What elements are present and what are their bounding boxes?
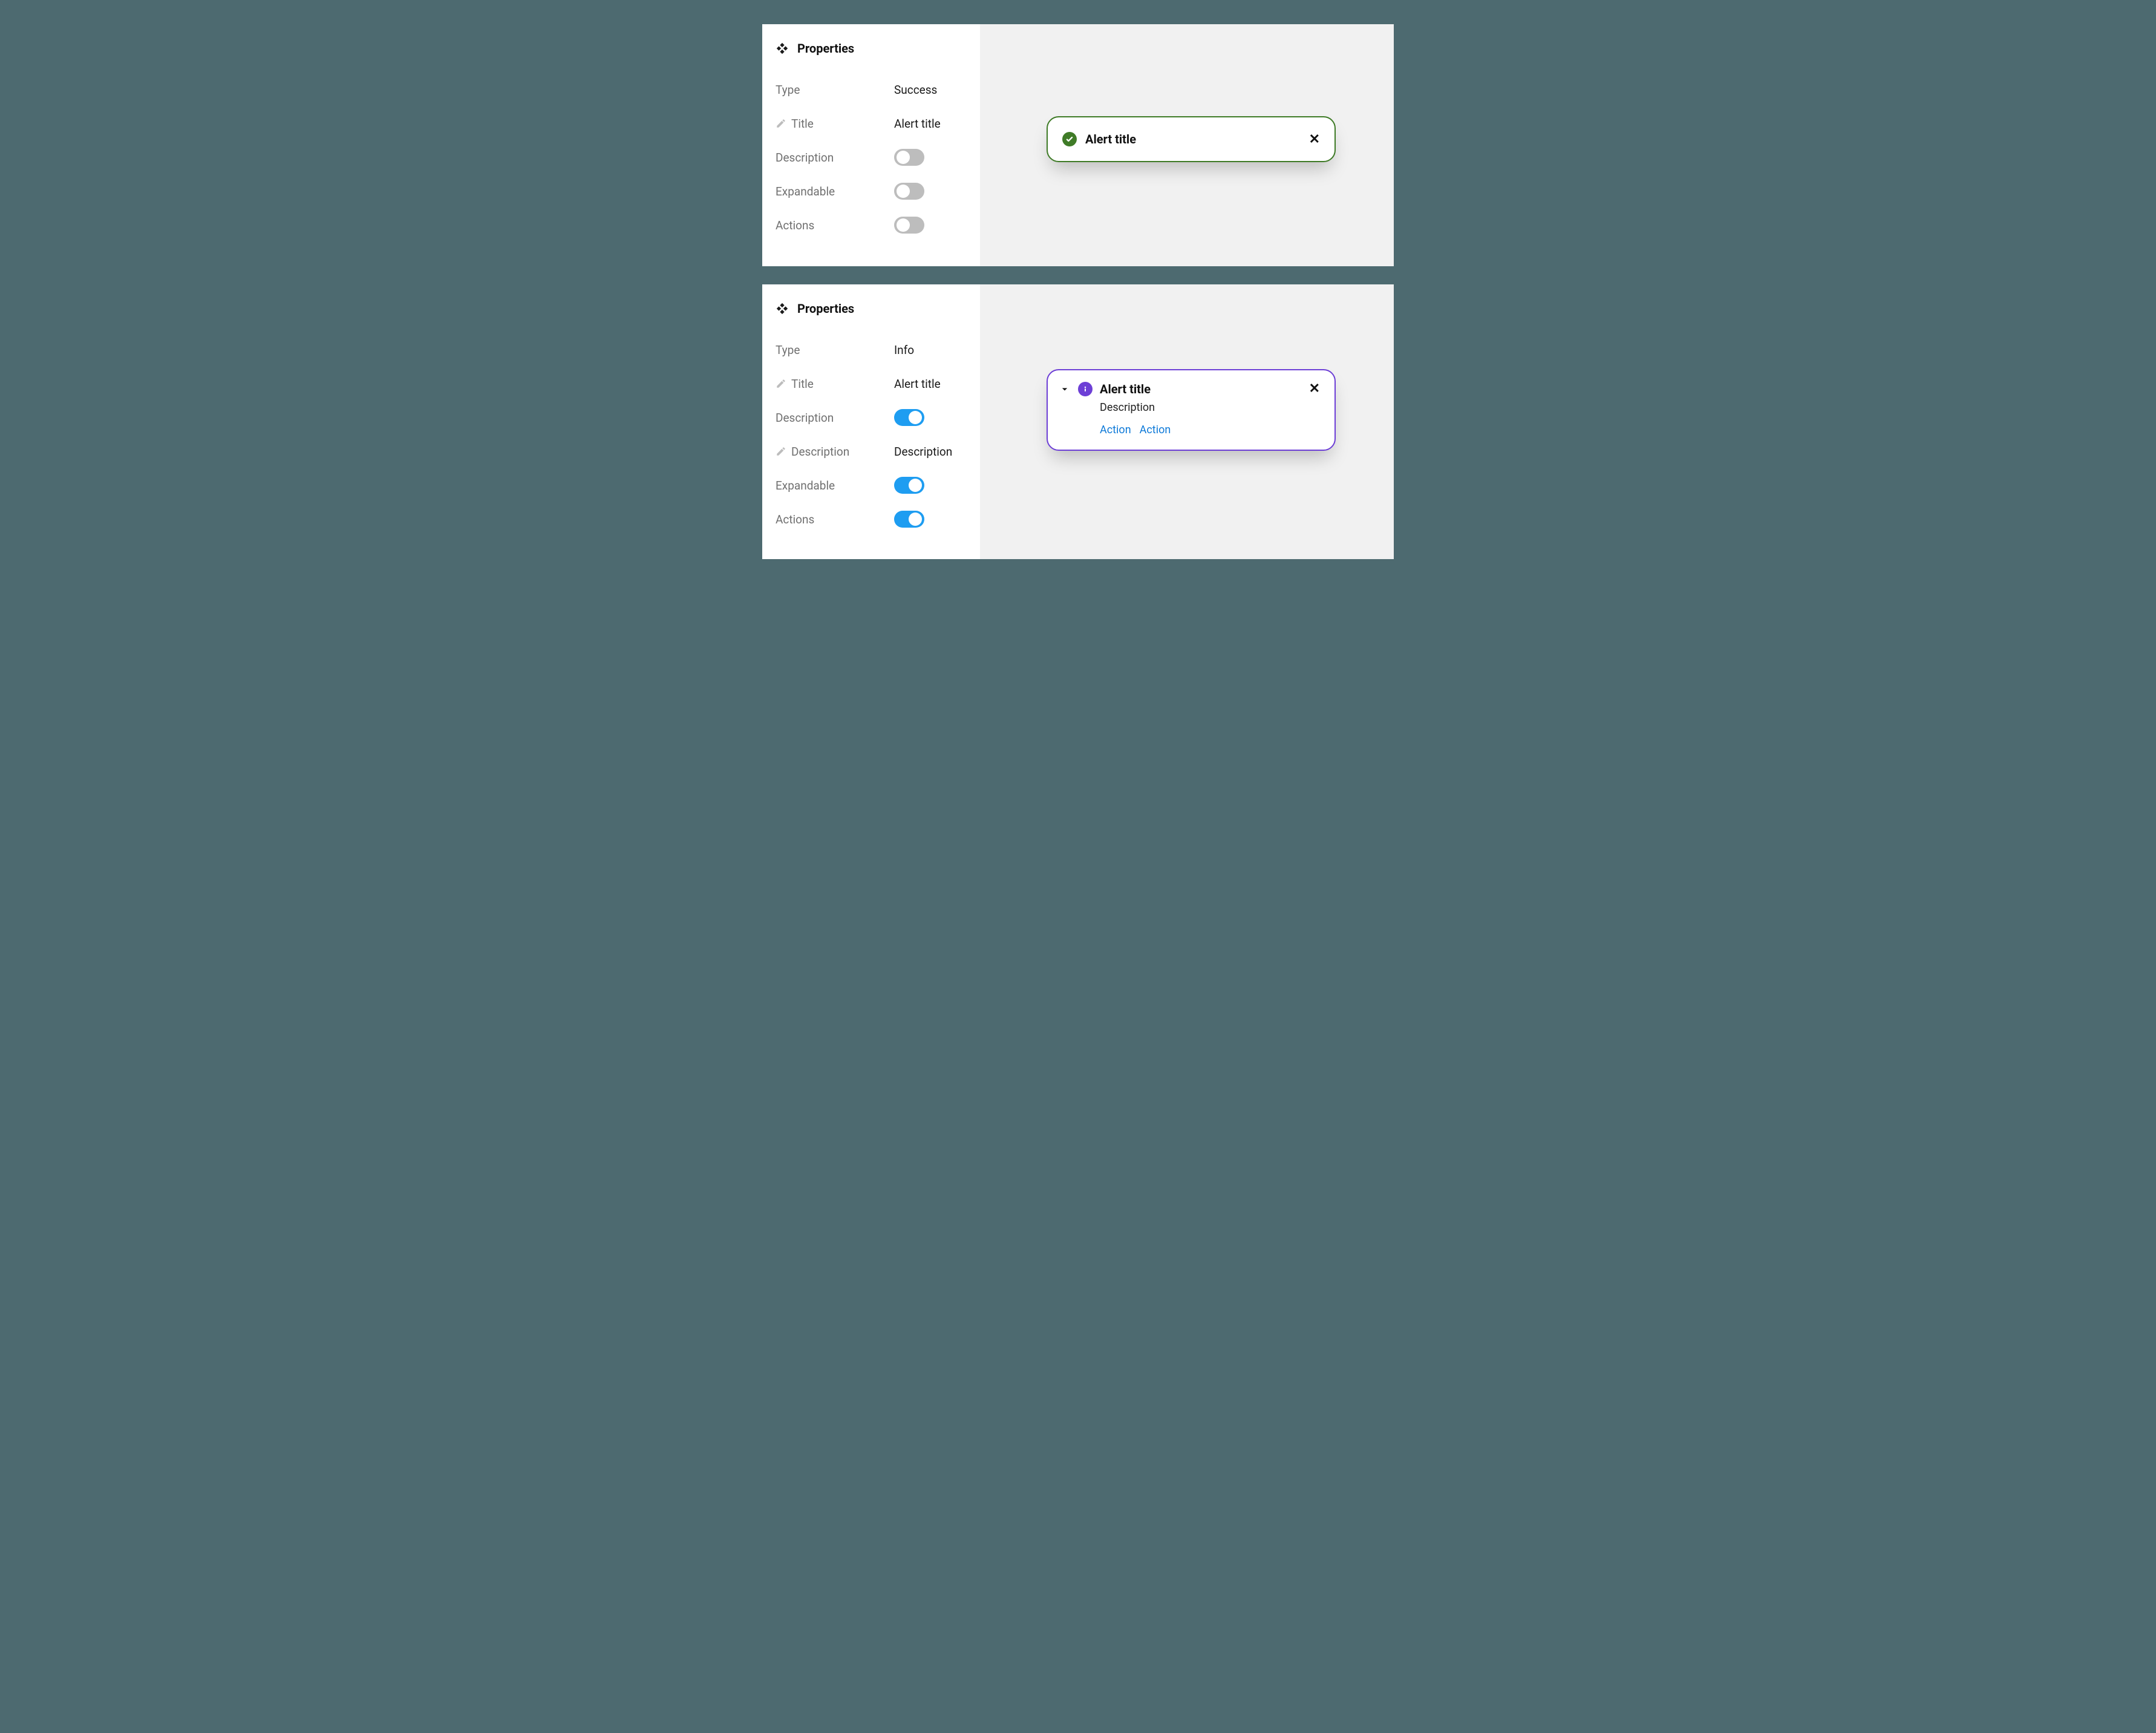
- alert-success: Alert title ✕: [1047, 116, 1336, 162]
- row-type: Type Success: [776, 73, 980, 106]
- toggle-actions[interactable]: [894, 217, 924, 234]
- properties-title: Properties: [797, 301, 854, 316]
- properties-sidebar: Properties Type Info Title Alert title D…: [762, 284, 980, 559]
- label-description-toggle: Description: [776, 411, 894, 425]
- value-type[interactable]: Success: [894, 83, 937, 97]
- alert-close-button[interactable]: ✕: [1309, 132, 1320, 147]
- value-title[interactable]: Alert title: [894, 377, 941, 391]
- properties-header: Properties: [776, 41, 980, 56]
- info-circle-icon: [1078, 382, 1093, 396]
- properties-icon: [776, 42, 789, 55]
- alert-info: Alert title ✕ Description Action Action: [1047, 369, 1336, 451]
- label-actions: Actions: [776, 218, 894, 232]
- alert-description: Description: [1059, 401, 1320, 414]
- label-type: Type: [776, 343, 894, 357]
- toggle-description[interactable]: [894, 409, 924, 426]
- properties-title: Properties: [797, 41, 854, 56]
- properties-header: Properties: [776, 301, 980, 316]
- panel-info: Properties Type Info Title Alert title D…: [762, 284, 1394, 559]
- label-description: Description: [776, 151, 894, 165]
- row-description-field: Description Description: [776, 434, 980, 468]
- properties-icon: [776, 302, 789, 315]
- row-actions: Actions: [776, 208, 980, 242]
- row-expandable: Expandable: [776, 174, 980, 208]
- alert-action-link[interactable]: Action: [1140, 424, 1171, 436]
- label-type: Type: [776, 83, 894, 97]
- label-title: Title: [791, 377, 814, 391]
- row-description-toggle: Description: [776, 401, 980, 434]
- label-expandable: Expandable: [776, 479, 894, 493]
- row-actions: Actions: [776, 502, 980, 536]
- toggle-actions[interactable]: [894, 511, 924, 528]
- row-type: Type Info: [776, 333, 980, 367]
- label-actions: Actions: [776, 513, 894, 526]
- alert-title: Alert title: [1100, 382, 1151, 396]
- panel-success: Properties Type Success Title Alert titl…: [762, 24, 1394, 266]
- alert-close-button[interactable]: ✕: [1309, 381, 1320, 396]
- row-description: Description: [776, 140, 980, 174]
- pencil-icon: [776, 378, 786, 389]
- chevron-down-icon[interactable]: [1059, 383, 1071, 395]
- value-description-field[interactable]: Description: [894, 445, 952, 459]
- alert-action-link[interactable]: Action: [1100, 424, 1131, 436]
- row-title: Title Alert title: [776, 106, 980, 140]
- alert-title: Alert title: [1085, 132, 1136, 146]
- toggle-expandable[interactable]: [894, 477, 924, 494]
- pencil-icon: [776, 118, 786, 129]
- label-description-field: Description: [791, 445, 849, 459]
- preview-canvas: Alert title ✕ Description Action Action: [980, 284, 1394, 559]
- value-type[interactable]: Info: [894, 343, 914, 357]
- preview-canvas: Alert title ✕: [980, 24, 1394, 266]
- check-circle-icon: [1062, 132, 1077, 146]
- value-title[interactable]: Alert title: [894, 117, 941, 131]
- row-title: Title Alert title: [776, 367, 980, 401]
- toggle-description[interactable]: [894, 149, 924, 166]
- row-expandable: Expandable: [776, 468, 980, 502]
- label-title: Title: [791, 117, 814, 131]
- toggle-expandable[interactable]: [894, 183, 924, 200]
- pencil-icon: [776, 446, 786, 457]
- label-expandable: Expandable: [776, 185, 894, 198]
- properties-sidebar: Properties Type Success Title Alert titl…: [762, 24, 980, 266]
- alert-actions: Action Action: [1059, 424, 1320, 436]
